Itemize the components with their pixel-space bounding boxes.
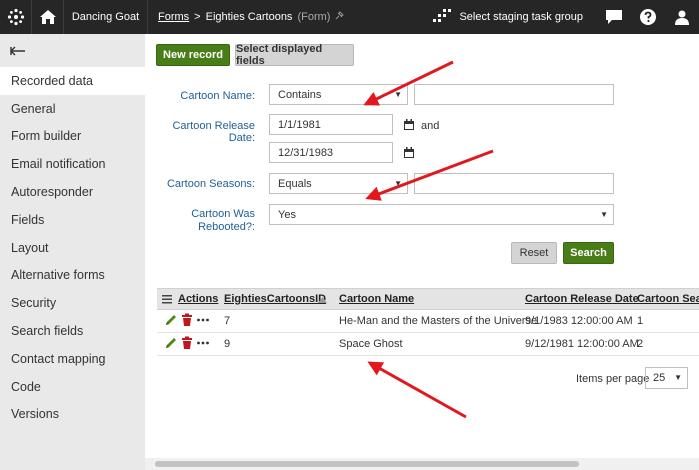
- more-actions-icon[interactable]: [196, 313, 210, 327]
- sidebar-item-form-builder[interactable]: Form builder: [0, 123, 145, 151]
- home-icon[interactable]: [32, 0, 64, 34]
- calendar-icon[interactable]: [404, 147, 414, 158]
- delete-icon[interactable]: [180, 313, 194, 327]
- breadcrumb-separator: >: [194, 11, 201, 23]
- staging-label: Select staging task group: [459, 11, 583, 23]
- cell-seasons: 1: [637, 315, 644, 327]
- header-actions[interactable]: Actions: [178, 293, 218, 305]
- search-button[interactable]: Search: [563, 242, 614, 264]
- rebooted-label-line2: Rebooted?:: [198, 221, 255, 233]
- kentico-logo-icon[interactable]: [0, 0, 32, 34]
- items-per-page-value: 25: [653, 372, 666, 384]
- rebooted-select[interactable]: Yes ▼: [269, 204, 614, 225]
- header-cartoon-release-date[interactable]: Cartoon Release Date: [525, 293, 639, 305]
- sidebar-item-layout[interactable]: Layout: [0, 234, 145, 262]
- reset-button[interactable]: Reset: [511, 242, 557, 264]
- sidebar-item-security[interactable]: Security: [0, 289, 145, 317]
- sidebar-menu: Recorded data General Form builder Email no…: [0, 67, 145, 428]
- edit-icon[interactable]: [164, 336, 178, 350]
- breadcrumb-current: Eighties Cartoons: [205, 11, 293, 23]
- sidebar-item-general[interactable]: General: [0, 95, 145, 123]
- sidebar-item-email-notification[interactable]: Email notification: [0, 150, 145, 178]
- main-content: New record Select displayed fields Carto…: [145, 34, 699, 470]
- table-row[interactable]: 9 Space Ghost 9/12/1981 12:00:00 AM 2: [157, 333, 699, 356]
- new-record-button[interactable]: New record: [156, 44, 230, 66]
- staging-icon: [433, 8, 452, 26]
- seasons-label: Cartoon Seasons:: [166, 178, 255, 190]
- menu-icon[interactable]: [162, 295, 172, 304]
- sidebar-item-versions[interactable]: Versions: [0, 401, 145, 429]
- seasons-input[interactable]: [414, 173, 614, 194]
- sidebar-item-recorded-data[interactable]: Recorded data: [0, 67, 145, 95]
- select-displayed-fields-button[interactable]: Select displayed fields: [235, 43, 354, 67]
- items-per-page-label: Items per page: [576, 373, 650, 385]
- table-row[interactable]: 7 He-Man and the Masters of the Universe 9…: [157, 310, 699, 333]
- back-button[interactable]: [0, 34, 145, 67]
- cell-cartoon-name: Space Ghost: [339, 338, 403, 350]
- cell-release-date: 9/12/1981 12:00:00 AM: [525, 338, 639, 350]
- edit-icon[interactable]: [164, 313, 178, 327]
- staging-task-group-selector[interactable]: Select staging task group: [433, 8, 597, 26]
- breadcrumb-suffix: (Form): [297, 11, 331, 23]
- top-bar: Dancing Goat Forms > Eighties Cartoons (…: [0, 0, 699, 34]
- header-eighties-cartoons-id[interactable]: EightiesCartoonsID: [224, 293, 326, 305]
- cell-seasons: 2: [637, 338, 644, 350]
- site-name: Dancing Goat: [71, 11, 140, 23]
- sidebar: Recorded data General Form builder Email no…: [0, 34, 145, 470]
- seasons-operator-select[interactable]: Equals ▼: [269, 173, 408, 194]
- help-icon[interactable]: [631, 0, 665, 34]
- cell-release-date: 9/1/1983 12:00:00 AM: [525, 315, 633, 327]
- chevron-down-icon: ▼: [674, 373, 682, 382]
- rebooted-label: Cartoon Was Rebooted?:: [155, 208, 255, 234]
- breadcrumb: Forms > Eighties Cartoons (Form): [148, 0, 433, 34]
- rebooted-value: Yes: [278, 208, 296, 221]
- horizontal-scrollbar[interactable]: [145, 458, 699, 470]
- sidebar-item-autoresponder[interactable]: Autoresponder: [0, 178, 145, 206]
- seasons-operator-value: Equals: [278, 177, 312, 190]
- sidebar-item-fields[interactable]: Fields: [0, 206, 145, 234]
- sort-ascending-icon[interactable]: [318, 297, 327, 303]
- header-cartoon-name[interactable]: Cartoon Name: [339, 293, 414, 305]
- items-per-page-select[interactable]: 25 ▼: [645, 367, 688, 389]
- cartoon-name-operator-value: Contains: [278, 88, 322, 101]
- table-header: Actions EightiesCartoonsID Cartoon Name …: [157, 288, 699, 310]
- pin-icon[interactable]: [335, 11, 345, 23]
- header-cartoon-seasons[interactable]: Cartoon Seaso: [637, 293, 699, 305]
- site-selector[interactable]: Dancing Goat: [64, 0, 148, 34]
- cartoon-name-input[interactable]: [414, 84, 614, 105]
- rebooted-label-line1: Cartoon Was: [191, 208, 255, 220]
- sidebar-item-alternative-forms[interactable]: Alternative forms: [0, 262, 145, 290]
- cell-cartoon-name: He-Man and the Masters of the Universe: [339, 315, 538, 327]
- cell-id: 9: [224, 338, 231, 350]
- user-icon[interactable]: [665, 0, 699, 34]
- cartoon-name-label: Cartoon Name:: [180, 90, 255, 102]
- cell-id: 7: [224, 315, 231, 327]
- back-arrow-icon: [10, 46, 25, 55]
- sidebar-item-contact-mapping[interactable]: Contact mapping: [0, 345, 145, 373]
- sidebar-item-code[interactable]: Code: [0, 373, 145, 401]
- calendar-icon[interactable]: [404, 119, 414, 130]
- release-date-from-input[interactable]: 1/1/1981: [269, 114, 393, 135]
- cartoon-name-operator-select[interactable]: Contains ▼: [269, 84, 408, 105]
- sidebar-item-search-fields[interactable]: Search fields: [0, 317, 145, 345]
- chevron-down-icon: ▼: [600, 210, 608, 219]
- release-date-label: Cartoon Release Date:: [172, 120, 255, 144]
- breadcrumb-forms-link[interactable]: Forms: [158, 11, 189, 23]
- and-label: and: [421, 120, 440, 132]
- chat-icon[interactable]: [597, 0, 631, 34]
- chevron-down-icon: ▼: [394, 179, 402, 188]
- chevron-down-icon: ▼: [394, 90, 402, 99]
- more-actions-icon[interactable]: [196, 336, 210, 350]
- release-date-to-input[interactable]: 12/31/1983: [269, 142, 393, 163]
- scrollbar-thumb[interactable]: [155, 461, 579, 467]
- delete-icon[interactable]: [180, 336, 194, 350]
